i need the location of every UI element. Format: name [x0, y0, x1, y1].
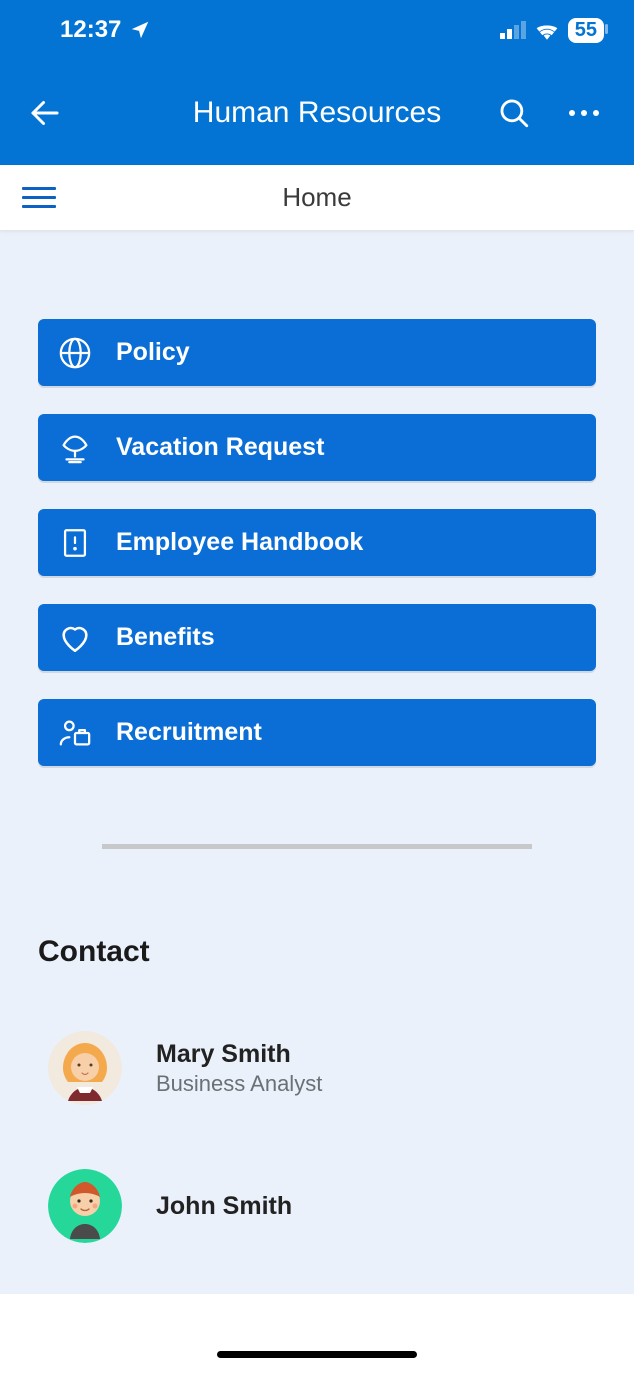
- back-button[interactable]: [20, 88, 70, 138]
- battery-indicator: 55: [568, 18, 604, 43]
- tile-label: Benefits: [116, 623, 215, 652]
- contact-name: John Smith: [156, 1192, 292, 1221]
- tile-label: Employee Handbook: [116, 528, 363, 557]
- divider: [102, 844, 532, 849]
- subheader-title: Home: [0, 182, 634, 213]
- cellular-icon: [500, 21, 526, 39]
- globe-icon: [58, 336, 92, 370]
- contact-role: Business Analyst: [156, 1071, 322, 1097]
- contact-info: Mary Smith Business Analyst: [156, 1040, 322, 1097]
- book-icon: [58, 526, 92, 560]
- wifi-icon: [534, 20, 560, 40]
- contact-row[interactable]: Mary Smith Business Analyst: [38, 1031, 596, 1105]
- status-bar: 12:37 55: [0, 0, 634, 60]
- vacation-icon: [58, 431, 92, 465]
- contact-heading: Contact: [38, 935, 596, 969]
- tile-benefits[interactable]: Benefits: [38, 604, 596, 671]
- page-bottom: [0, 1294, 634, 1374]
- menu-button[interactable]: [22, 178, 62, 218]
- contact-info: John Smith: [156, 1192, 292, 1221]
- subheader: Home: [0, 165, 634, 231]
- heart-icon: [58, 621, 92, 655]
- content: Policy Vacation Request Employee Handboo…: [0, 231, 634, 1347]
- tile-recruitment[interactable]: Recruitment: [38, 699, 596, 766]
- contact-list: Mary Smith Business Analyst John Smith: [38, 1031, 596, 1243]
- status-left: 12:37: [60, 16, 151, 44]
- tile-vacation-request[interactable]: Vacation Request: [38, 414, 596, 481]
- tile-label: Policy: [116, 338, 190, 367]
- tile-employee-handbook[interactable]: Employee Handbook: [38, 509, 596, 576]
- recruitment-icon: [58, 716, 92, 750]
- home-indicator[interactable]: [217, 1351, 417, 1358]
- avatar: [48, 1031, 122, 1105]
- status-time: 12:37: [60, 16, 121, 44]
- search-button[interactable]: [494, 93, 534, 133]
- location-icon: [129, 19, 151, 41]
- contact-row[interactable]: John Smith: [38, 1169, 596, 1243]
- status-right: 55: [500, 18, 604, 43]
- contact-name: Mary Smith: [156, 1040, 322, 1069]
- tile-policy[interactable]: Policy: [38, 319, 596, 386]
- avatar: [48, 1169, 122, 1243]
- tile-label: Vacation Request: [116, 433, 324, 462]
- more-button[interactable]: [564, 93, 604, 133]
- tile-label: Recruitment: [116, 718, 262, 747]
- app-header: Human Resources: [0, 60, 634, 165]
